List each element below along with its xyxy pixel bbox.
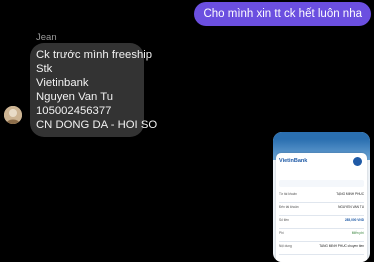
message-line: Stk — [36, 63, 53, 75]
sender-name: Jean — [36, 32, 57, 43]
message-line: 105002456377 — [36, 105, 112, 117]
receipt-row-label: Số tiền — [279, 218, 289, 222]
receipt-row: Từ tài khoản TẠNG MINH PHUC — [279, 190, 364, 203]
check-icon — [353, 157, 362, 166]
receipt-row-label: Phí — [279, 231, 284, 235]
receipt-row-label: Nội dung — [279, 244, 292, 248]
image-attachment[interactable]: VietinBank Từ tài khoản TẠNG MINH PHUC Đ… — [273, 132, 370, 262]
receipt-row: Số tiền 285,000 VND — [279, 216, 364, 229]
receipt-row-value: NGUYEN VAN TU — [338, 205, 364, 209]
receipt-row: Phí Miễn phí — [279, 229, 364, 242]
attachment-status-bar — [273, 132, 370, 139]
receipt-row-value: 285,000 VND — [344, 218, 364, 222]
receipt-row: Đến tài khoản NGUYEN VAN TU — [279, 203, 364, 216]
receipt-row-label: Đến tài khoản — [279, 205, 299, 209]
outgoing-message-bubble[interactable]: Cho mình xin tt ck hết luôn nha — [194, 2, 371, 26]
incoming-message-bubble[interactable]: Ck trước mình freeship Stk Vietinbank Ng… — [30, 43, 158, 137]
message-line: Ck trước mình freeship — [36, 49, 153, 61]
receipt-rows: Từ tài khoản TẠNG MINH PHUC Đến tài khoả… — [279, 190, 364, 255]
transfer-status — [279, 180, 364, 187]
receipt-row-label: Từ tài khoản — [279, 192, 297, 196]
chat-thread: Cho mình xin tt ck hết luôn nha Jean Ck … — [0, 0, 374, 262]
message-line: Vietinbank — [36, 77, 89, 89]
message-line: CN DONG DA - HOI SO — [36, 119, 158, 131]
avatar[interactable] — [4, 106, 22, 124]
bank-logo: VietinBank — [279, 158, 308, 164]
transfer-receipt-card: VietinBank Từ tài khoản TẠNG MINH PHUC Đ… — [276, 153, 367, 262]
receipt-row: Nội dung TANG MINH PHUC chuyen tien — [279, 242, 364, 255]
receipt-row-value: TẠNG MINH PHUC — [336, 192, 364, 196]
message-line: Nguyen Van Tu — [36, 91, 114, 103]
avatar-image — [4, 106, 22, 124]
receipt-row-value: Miễn phí — [351, 231, 364, 235]
receipt-row-value: TANG MINH PHUC chuyen tien — [319, 244, 364, 248]
